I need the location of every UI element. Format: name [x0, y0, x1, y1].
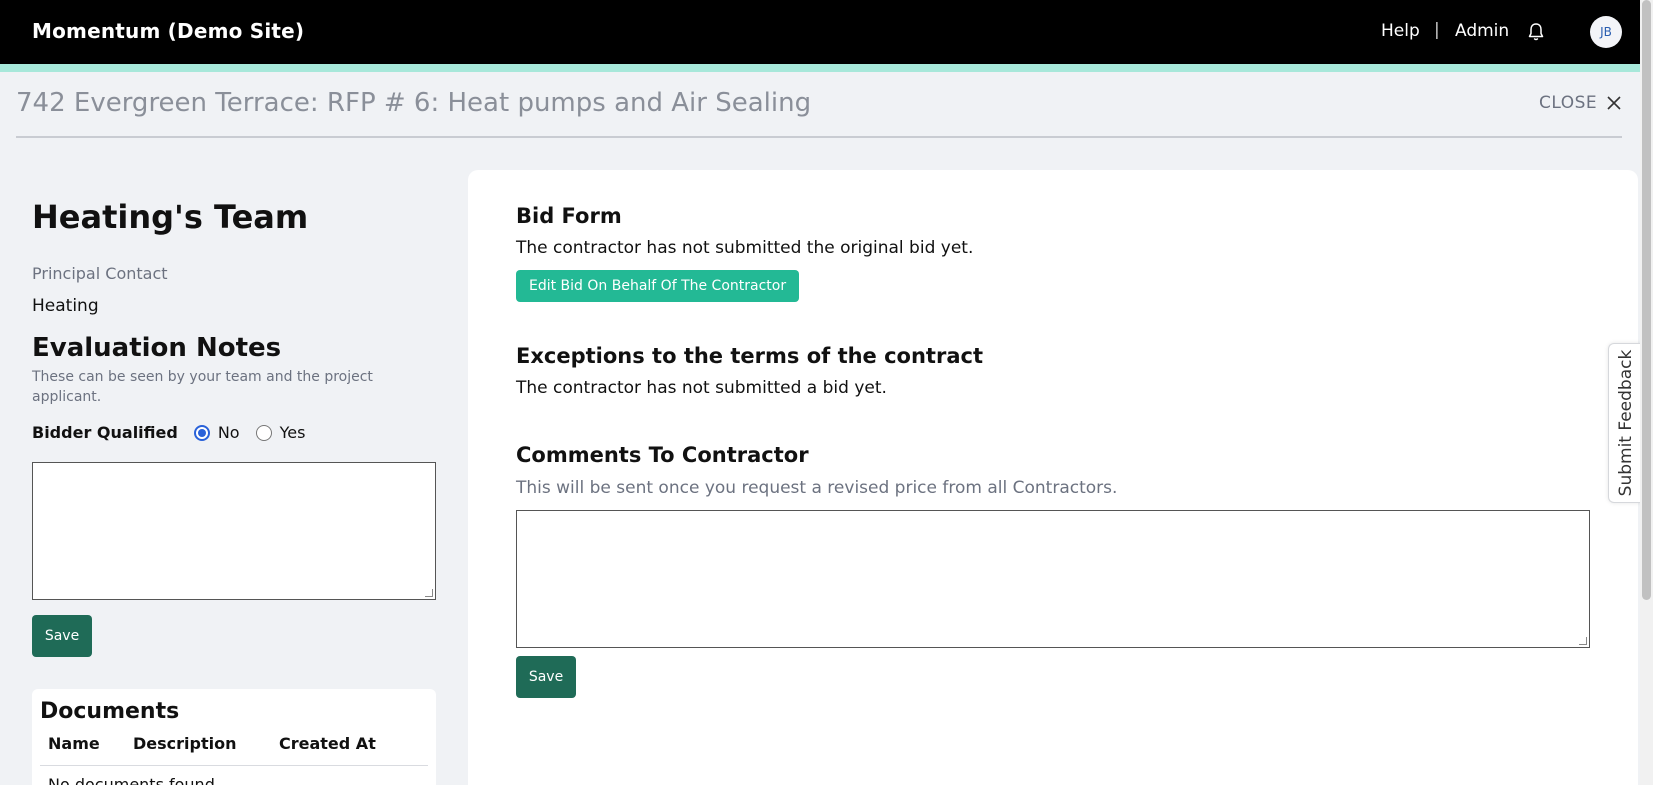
bidder-qualified-yes-radio[interactable]: [255, 424, 272, 441]
bell-icon[interactable]: [1526, 21, 1546, 43]
bidder-qualified-group: Bidder Qualified No Yes: [32, 423, 321, 442]
admin-link[interactable]: Admin: [1455, 21, 1509, 41]
scrollbar-thumb[interactable]: [1642, 0, 1651, 600]
help-link[interactable]: Help: [1381, 21, 1420, 41]
comments-heading: Comments To Contractor: [516, 443, 809, 467]
title-divider: [16, 136, 1622, 138]
resize-handle[interactable]: [425, 589, 433, 597]
close-label: CLOSE: [1539, 93, 1598, 113]
radio-no-label[interactable]: No: [218, 423, 240, 442]
principal-contact-label: Principal Contact: [32, 264, 168, 283]
submit-feedback-tab[interactable]: Submit Feedback: [1608, 343, 1642, 503]
resize-handle[interactable]: [1579, 637, 1587, 645]
evaluation-notes-subtext: These can be seen by your team and the p…: [32, 369, 373, 405]
table-divider: [40, 765, 428, 766]
edit-bid-button[interactable]: Edit Bid On Behalf Of The Contractor: [516, 270, 800, 302]
page-scrollbar[interactable]: [1640, 0, 1653, 785]
save-evaluation-button[interactable]: Save: [32, 615, 92, 657]
documents-card: Documents Name Description Created At No…: [32, 689, 436, 785]
bidder-qualified-no-radio[interactable]: [193, 424, 210, 441]
comments-textarea[interactable]: [516, 510, 1590, 648]
column-header-name[interactable]: Name: [48, 734, 100, 753]
close-button[interactable]: CLOSE: [1539, 93, 1621, 113]
bid-form-heading: Bid Form: [516, 204, 622, 228]
submit-feedback-label: Submit Feedback: [1615, 349, 1636, 497]
evaluation-notes-textarea[interactable]: [32, 462, 436, 600]
column-header-created-at[interactable]: Created At: [279, 734, 376, 753]
documents-empty-message: No documents found: [48, 775, 215, 785]
bidder-qualified-label: Bidder Qualified: [32, 423, 178, 442]
accent-bar: [0, 64, 1640, 72]
page-title: 742 Evergreen Terrace: RFP # 6: Heat pum…: [16, 88, 812, 118]
bid-form-status: The contractor has not submitted the ori…: [516, 238, 974, 258]
documents-heading: Documents: [40, 699, 180, 724]
top-navbar: Momentum (Demo Site) Help | Admin JB: [0, 0, 1640, 64]
evaluation-notes-heading: Evaluation Notes: [32, 333, 282, 363]
nav-separator: |: [1434, 20, 1440, 40]
comments-subtext: This will be sent once you request a rev…: [516, 478, 1118, 498]
save-comments-button[interactable]: Save: [516, 656, 576, 698]
brand-title[interactable]: Momentum (Demo Site): [32, 19, 304, 43]
column-header-description[interactable]: Description: [133, 734, 236, 753]
radio-yes-label[interactable]: Yes: [280, 423, 306, 442]
close-icon: [1607, 96, 1621, 110]
exceptions-status: The contractor has not submitted a bid y…: [516, 378, 887, 398]
team-name: Heating's Team: [32, 198, 309, 236]
exceptions-heading: Exceptions to the terms of the contract: [516, 344, 983, 368]
principal-contact-value: Heating: [32, 296, 99, 316]
user-avatar[interactable]: JB: [1590, 16, 1622, 48]
bid-details-card: Bid Form The contractor has not submitte…: [468, 170, 1638, 785]
